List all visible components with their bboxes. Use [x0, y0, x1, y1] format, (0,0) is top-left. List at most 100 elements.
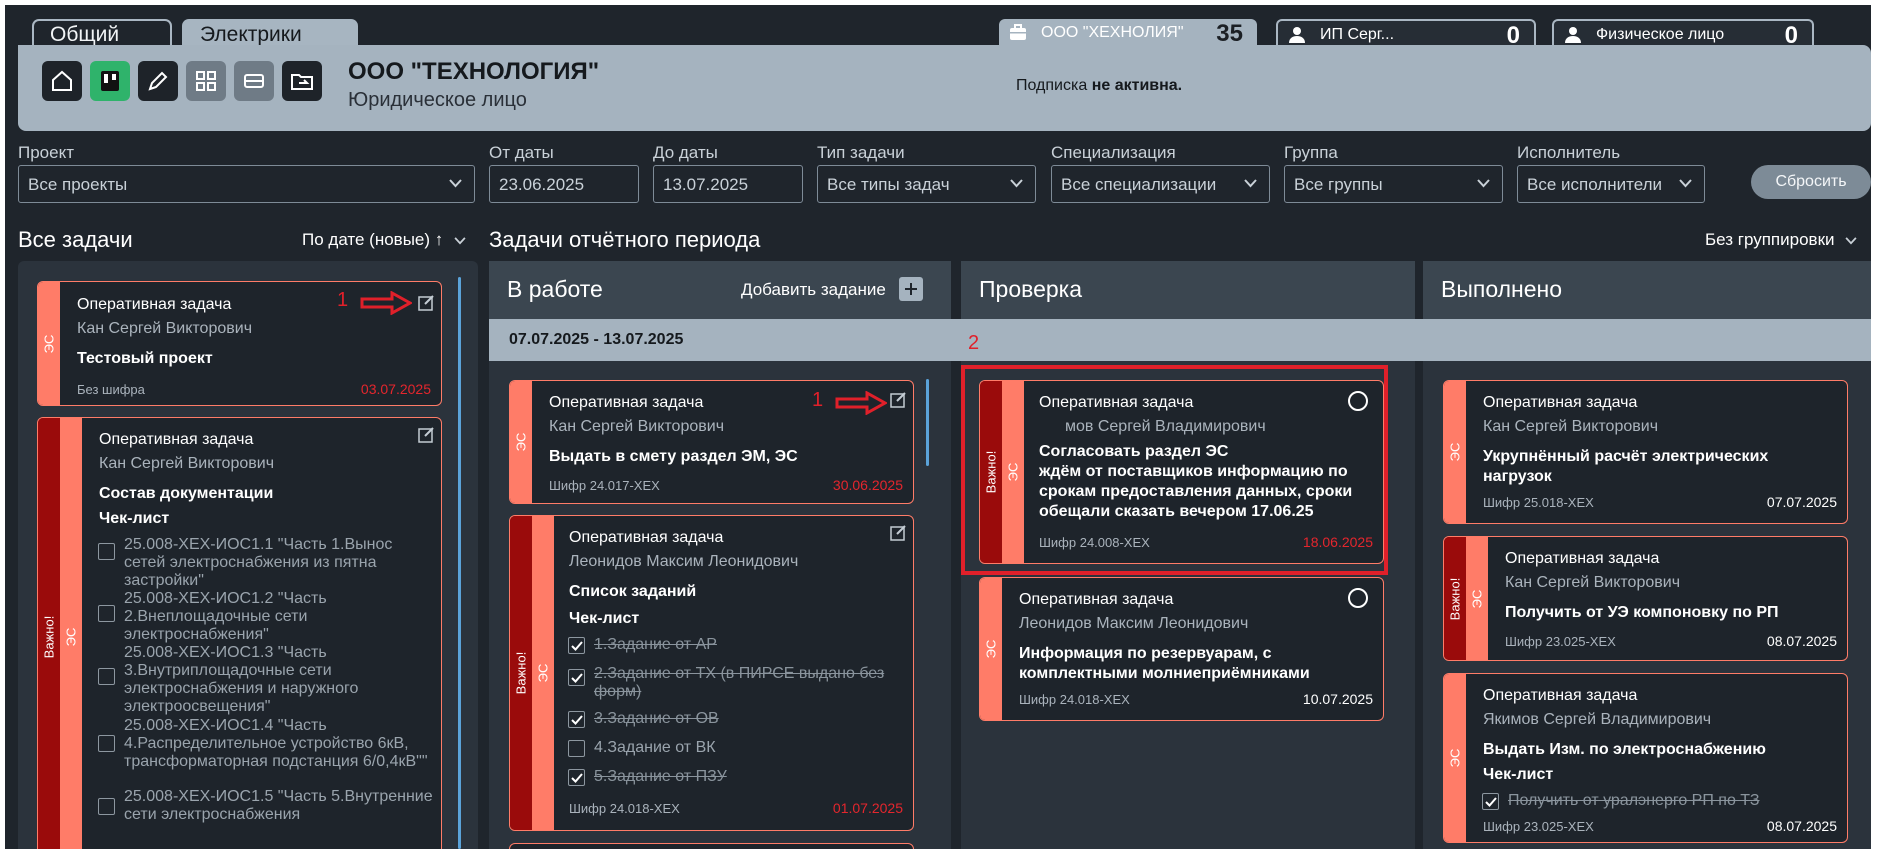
folder-button[interactable] — [282, 61, 322, 101]
task-date: 08.07.2025 — [1766, 633, 1837, 649]
account-individual[interactable]: Физическое лицо 0 — [1552, 19, 1814, 49]
spec-strip: ЭС — [510, 381, 532, 503]
annotation-number: 1 — [337, 289, 349, 311]
specialization-value: Все специализации — [1061, 175, 1217, 194]
column-review-title: Проверка — [979, 276, 1083, 302]
executor-select[interactable]: Все исполнители — [1517, 165, 1705, 203]
add-task-button[interactable] — [899, 277, 923, 301]
task-title: Оперативная задача — [569, 529, 724, 546]
check-icon — [571, 715, 583, 725]
edit-button[interactable] — [138, 61, 178, 101]
task-assignee: Леонидов Максим Леонидович — [569, 553, 799, 570]
annotation-arrow-icon — [835, 391, 887, 415]
plus-icon — [905, 283, 917, 295]
checklist-checkbox[interactable] — [98, 543, 115, 560]
checklist-checkbox-checked[interactable] — [568, 769, 585, 786]
account-ip[interactable]: ИП Серг... 0 — [1276, 19, 1536, 49]
checklist-checkbox-checked[interactable] — [568, 711, 585, 728]
important-strip: Важно! — [38, 418, 60, 849]
column-done-header: Выполнено — [1423, 261, 1871, 319]
checklist-checkbox[interactable] — [98, 735, 115, 752]
executor-label: Исполнитель — [1517, 143, 1621, 162]
checklist-item: 25.008-ХЕХ-ИОС1.1 "Часть 1.Вынос сетей э… — [124, 536, 393, 589]
checklist-item: 4.Задание от ВК — [594, 739, 716, 756]
checklist-checkbox-checked[interactable] — [568, 637, 585, 654]
group-select[interactable]: Все группы — [1284, 165, 1503, 203]
checklist-item: 25.008-ХЕХ-ИОС1.2 "Часть 2.Внеплощадочны… — [124, 590, 327, 643]
checklist-checkbox[interactable] — [98, 605, 115, 622]
task-project: Состав документации — [99, 485, 274, 502]
user-icon — [1289, 27, 1305, 43]
checklist-checkbox[interactable] — [568, 740, 585, 757]
reset-button[interactable]: Сбросить — [1751, 165, 1871, 199]
checklist-checkbox-checked[interactable] — [1482, 793, 1499, 810]
edit-icon[interactable] — [418, 426, 435, 443]
task-card[interactable]: ЭС Оперативная задача Якимов Сергей Влад… — [1443, 673, 1848, 843]
chevron-down-icon — [1010, 179, 1023, 188]
home-icon — [52, 70, 72, 91]
from-date-value: 23.06.2025 — [499, 175, 585, 194]
task-title: Оперативная задача — [1483, 687, 1638, 704]
task-assignee: Кан Сергей Викторович — [549, 418, 725, 435]
task-card[interactable]: Важно! ЭС Оперативная задача Леонидов Ма… — [509, 515, 914, 831]
task-type-select[interactable]: Все типы задач — [817, 165, 1036, 203]
task-code: Шифр 24.017-ХЕХ — [549, 478, 660, 493]
important-label: Важно! — [513, 651, 529, 695]
spec-label: ЭС — [1447, 748, 1463, 768]
task-date: 01.07.2025 — [832, 800, 903, 816]
to-date-input[interactable]: 13.07.2025 — [653, 165, 803, 203]
task-card[interactable]: Важно! ЭС Оперативная задача Кан Сергей … — [1443, 536, 1848, 661]
complete-toggle[interactable] — [1348, 588, 1368, 608]
grid-icon — [196, 71, 216, 91]
important-strip: Важно! — [510, 516, 532, 830]
checklist-checkbox[interactable] — [98, 668, 115, 685]
period-range: 07.07.2025 - 13.07.2025 — [509, 331, 684, 348]
task-assignee: Кан Сергей Викторович — [1505, 574, 1681, 591]
checklist-checkbox[interactable] — [98, 798, 115, 815]
task-code: Шифр 24.018-ХЕХ — [1019, 692, 1130, 707]
home-button[interactable] — [42, 61, 82, 101]
checklist-checkbox-checked[interactable] — [568, 669, 585, 686]
sort-value: По дате (новые) ↑ — [302, 230, 444, 249]
sort-select[interactable]: По дате (новые) ↑ — [302, 230, 466, 250]
subscription-status: Подписка не активна. — [1016, 77, 1182, 95]
checklist-item: Получить от уралэнерго РП по ТЗ — [1508, 792, 1760, 809]
task-card[interactable]: ЭС Оперативная задача Кан Сергей Викторо… — [1443, 380, 1848, 524]
task-date: 10.07.2025 — [1302, 691, 1373, 707]
to-date-label: До даты — [653, 143, 718, 162]
company-header: ООО "ТЕХНОЛОГИЯ" Юридическое лицо Подпис… — [18, 45, 1871, 131]
task-title: Оперативная задача — [549, 394, 704, 411]
edit-icon[interactable] — [890, 524, 907, 541]
task-project: Тестовый проект — [77, 350, 213, 367]
kanban-button[interactable] — [90, 61, 130, 101]
edit-icon[interactable] — [418, 294, 435, 311]
subscription-prefix: Подписка — [1016, 77, 1088, 94]
list-icon — [244, 74, 264, 88]
task-date: 08.07.2025 — [1766, 818, 1837, 834]
checklist-item: 2.Задание от ТХ (в ПИРСЕ выдано без форм… — [594, 665, 885, 700]
specialization-select[interactable]: Все специализации — [1051, 165, 1270, 203]
scrollbar[interactable] — [458, 277, 461, 849]
grid-button[interactable] — [186, 61, 226, 101]
task-card[interactable] — [509, 843, 914, 849]
list-button[interactable] — [234, 61, 274, 101]
spec-strip: ЭС — [532, 516, 554, 830]
task-title: Оперативная задача — [77, 296, 232, 313]
from-date-input[interactable]: 23.06.2025 — [489, 165, 639, 203]
check-icon — [1485, 797, 1497, 807]
task-card[interactable]: Важно! ЭС Оперативная задача Кан Сергей … — [37, 417, 442, 849]
task-card[interactable]: ЭС Оперативная задача Леонидов Максим Ле… — [979, 577, 1384, 721]
to-date-value: 13.07.2025 — [663, 175, 749, 194]
specialization-label: Специализация — [1051, 143, 1176, 162]
scrollbar[interactable] — [926, 379, 929, 466]
column-in-work-title: В работе — [507, 276, 603, 302]
grouping-select[interactable]: Без группировки — [1705, 230, 1857, 250]
edit-icon[interactable] — [890, 391, 907, 408]
account-company[interactable]: ООО "ХЕХНОЛИЯ" 35 — [999, 19, 1257, 47]
annotation-number: 1 — [812, 389, 824, 411]
group-value: Все группы — [1294, 175, 1383, 194]
company-type: Юридическое лицо — [348, 89, 527, 111]
tab-electricians-label: Электрики — [200, 23, 302, 46]
task-code: Шифр 23.025-ХЕХ — [1483, 819, 1594, 834]
project-filter[interactable]: Все проекты — [18, 165, 475, 203]
